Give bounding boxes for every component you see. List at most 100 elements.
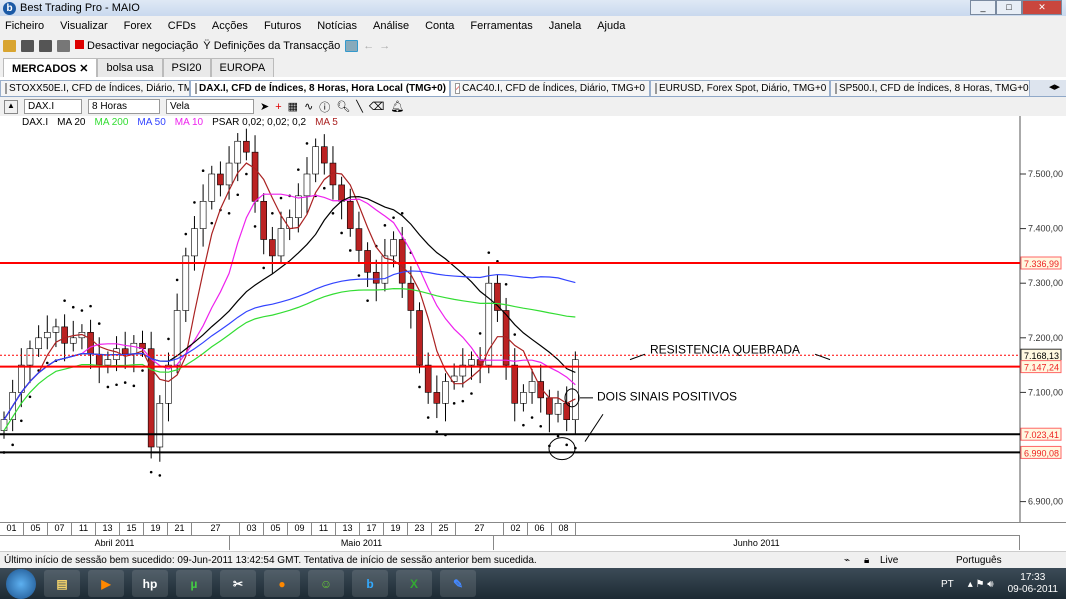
indicator-icon[interactable]: ∿ <box>304 100 313 113</box>
x-tick-label: 08 <box>552 523 576 535</box>
grid-icon[interactable]: ▦ <box>288 100 298 113</box>
psar-dot <box>149 470 153 474</box>
indicator-label[interactable]: MA 50 <box>137 117 165 128</box>
close-button[interactable]: ✕ <box>1022 0 1062 15</box>
menu-item[interactable]: Ajuda <box>597 20 625 32</box>
chart-tab[interactable]: EURUSD, Forex Spot, Diário, TMG+0 <box>650 80 830 96</box>
workspace-tab[interactable]: PSI20 <box>162 58 211 77</box>
menu-item[interactable]: Análise <box>373 20 409 32</box>
cursor-icon[interactable]: ➤ <box>260 100 269 113</box>
firefox-icon[interactable]: ● <box>264 570 300 597</box>
instrument-field[interactable]: DAX.I <box>24 99 82 114</box>
line-tool-icon[interactable]: ╲ <box>356 100 363 113</box>
annotation-signals: DOIS SINAIS POSITIVOS <box>597 390 737 404</box>
workspace-tab[interactable]: MERCADOS ✕ <box>3 58 98 77</box>
open-icon[interactable] <box>3 40 16 52</box>
menu-item[interactable]: Ferramentas <box>470 20 532 32</box>
forward-icon[interactable]: → <box>379 40 390 52</box>
chart-tab-label: SP500.I, CFD de Índices, 8 Horas, TMG+0 <box>839 83 1029 94</box>
alert-icon[interactable]: 🔔︎ <box>390 100 404 113</box>
x-tick-label: 15 <box>120 523 144 535</box>
indicator-label[interactable]: MA 5 <box>315 117 338 128</box>
chart-tab[interactable]: DAX.I, CFD de Índices, 8 Horas, Hora Loc… <box>190 80 450 96</box>
menu-item[interactable]: Visualizar <box>60 20 108 32</box>
paint-icon[interactable]: ✎ <box>440 570 476 597</box>
level-price-label: 6.990,08 <box>1024 448 1059 458</box>
zoom-icon[interactable]: 🔍︎ <box>336 100 350 113</box>
utorrent-icon[interactable]: µ <box>176 570 212 597</box>
explorer-icon[interactable]: ▤ <box>44 570 80 597</box>
psar-dot <box>262 266 266 270</box>
tab-scroll-icon[interactable]: ◂▸ <box>1043 80 1066 96</box>
x-tick-label: 09 <box>288 523 312 535</box>
save-icon[interactable] <box>21 40 34 52</box>
save-as-icon[interactable] <box>39 40 52 52</box>
chart-type-select[interactable]: Vela <box>166 99 254 114</box>
chart-tab[interactable]: SP500.I, CFD de Índices, 8 Horas, TMG+0 <box>830 80 1030 96</box>
workspace-tabs: MERCADOS ✕ bolsa usa PSI20 EUROPA <box>0 57 1066 77</box>
trade-settings-label: Definições da Transacção <box>213 40 341 52</box>
psar-dot <box>97 322 101 325</box>
psar-dot <box>167 337 170 341</box>
crosshair-icon[interactable]: + <box>275 101 281 113</box>
x-tick-label: 27 <box>456 523 504 535</box>
close-icon[interactable]: ✕ <box>76 63 88 75</box>
psar-dot <box>123 381 127 384</box>
menu-item[interactable]: Forex <box>124 20 152 32</box>
menu-item[interactable]: Notícias <box>317 20 357 32</box>
x-tick-label: 21 <box>168 523 192 535</box>
period-select[interactable]: 8 Horas <box>88 99 160 114</box>
menu-item[interactable]: Acções <box>212 20 248 32</box>
language-indicator[interactable]: PT <box>941 579 954 590</box>
indicator-label[interactable]: PSAR 0,02; 0,02; 0,2 <box>212 117 306 128</box>
language-status[interactable]: Português <box>956 555 1002 566</box>
chart-tab-label: DAX.I, CFD de Índices, 8 Horas, Hora Loc… <box>199 83 446 94</box>
chart-icon <box>5 83 7 94</box>
messenger-icon[interactable]: ☺ <box>308 570 344 597</box>
menu-item[interactable]: Janela <box>549 20 581 32</box>
trade-settings-button[interactable]: Ÿ Definições da Transacção <box>203 40 340 52</box>
disable-trading-button[interactable]: Desactivar negociação <box>75 40 198 52</box>
psar-dot <box>530 416 534 419</box>
maximize-button[interactable]: □ <box>996 0 1022 15</box>
workspace-tab[interactable]: EUROPA <box>210 58 275 77</box>
indicator-label[interactable]: MA 200 <box>94 117 128 128</box>
indicator-label[interactable]: DAX.I <box>22 117 48 128</box>
menu-item[interactable]: Futuros <box>264 20 301 32</box>
collapse-button[interactable]: ▲ <box>4 99 18 114</box>
menu-bar: Ficheiro Visualizar Forex CFDs Acções Futuros… <box>0 16 1066 35</box>
back-icon[interactable]: ← <box>363 40 374 52</box>
start-button[interactable] <box>6 568 36 599</box>
hp-icon[interactable]: hp <box>132 570 168 597</box>
candle <box>442 381 449 404</box>
chart-tab[interactable]: CAC40.I, CFD de Índices, Diário, TMG+0 <box>450 80 650 96</box>
main-toolbar: Desactivar negociação Ÿ Definições da Tr… <box>0 35 1066 57</box>
price-chart[interactable]: 7.500,00 7.400,00 7.300,00 7.200,00 7.100,00… <box>0 116 1066 522</box>
menu-item[interactable]: Ficheiro <box>5 20 44 32</box>
best-trading-icon[interactable]: b <box>352 570 388 597</box>
x-tick-label: 11 <box>312 523 336 535</box>
candle <box>320 146 328 164</box>
candle <box>554 403 562 415</box>
menu-item[interactable]: CFDs <box>168 20 196 32</box>
print-icon[interactable] <box>57 40 70 52</box>
psar-dot <box>565 443 568 447</box>
excel-icon[interactable]: X <box>396 570 432 597</box>
snipping-tool-icon[interactable]: ✂ <box>220 570 256 597</box>
media-player-icon[interactable]: ▶ <box>88 570 124 597</box>
clock[interactable]: 17:33 09-06-2011 <box>1008 572 1058 596</box>
chart-toolbar: ▲ DAX.I 8 Horas Vela ➤ + ▦ ∿ ⓘ 🔍︎ ╲ ⌫ 🔔︎ <box>0 97 1066 116</box>
network-icon[interactable]: ▴ ⚑ 🔊︎ <box>968 579 994 590</box>
workspace-tab[interactable]: bolsa usa <box>97 58 163 77</box>
info-icon[interactable]: ⓘ <box>319 99 330 115</box>
layout-icon[interactable] <box>345 40 359 52</box>
minimize-button[interactable]: _ <box>970 0 996 15</box>
connection-icon: ⌁ <box>844 554 851 566</box>
menu-item[interactable]: Conta <box>425 20 454 32</box>
chart-tab[interactable]: STOXX50E.I, CFD de Índices, Diário, TMG+… <box>0 80 190 96</box>
indicator-label[interactable]: MA 20 <box>57 117 85 128</box>
indicator-label[interactable]: MA 10 <box>175 117 203 128</box>
psar-dot <box>348 249 352 252</box>
eraser-icon[interactable]: ⌫ <box>369 100 385 113</box>
workspace-tab-label: EUROPA <box>219 62 266 74</box>
